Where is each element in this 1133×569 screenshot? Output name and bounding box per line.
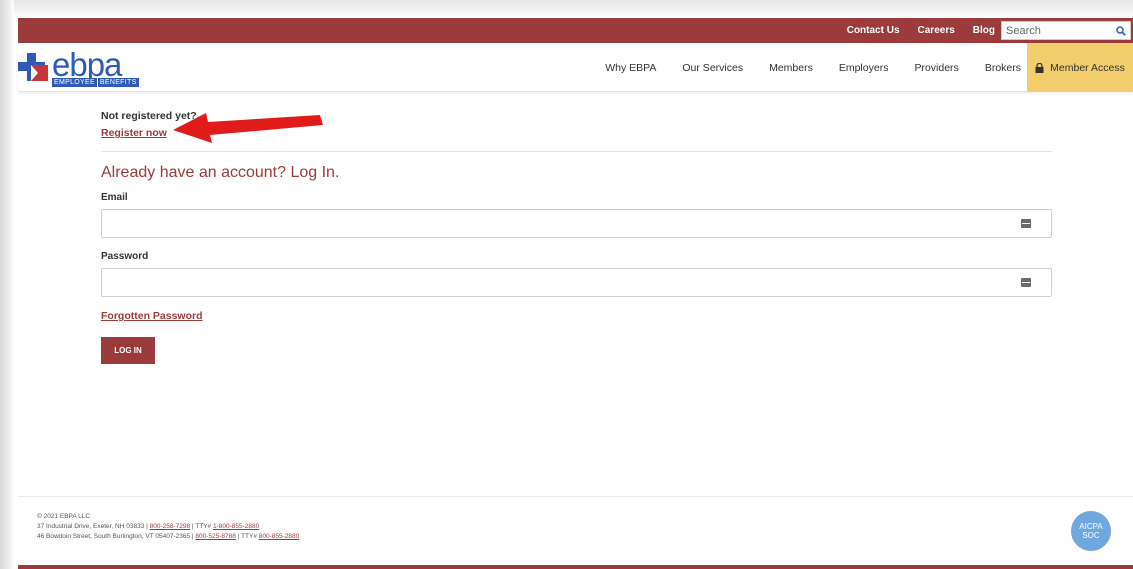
tty-link-nh[interactable]: 1-800-855-2880 bbox=[213, 523, 259, 530]
screenshot-shadow-left bbox=[0, 0, 14, 569]
password-field-wrapper bbox=[101, 268, 1052, 297]
utility-links: Contact Us Careers Blog bbox=[847, 18, 995, 43]
footer: © 2021 EBPA LLC 37 Industrial Drive, Exe… bbox=[37, 512, 299, 542]
search-box bbox=[1001, 21, 1131, 40]
phone-link-vt[interactable]: 800-525-8788 bbox=[195, 533, 235, 540]
email-field[interactable] bbox=[102, 210, 1002, 237]
lock-icon bbox=[1035, 62, 1044, 73]
ebpa-logo[interactable]: ebpa EMPLOYEE BENEFITS bbox=[18, 47, 139, 87]
nav-menu: Why EBPA Our Services Members Employers … bbox=[605, 43, 1021, 92]
forgotten-password-link[interactable]: Forgotten Password bbox=[101, 310, 203, 322]
nav-item-our-services[interactable]: Our Services bbox=[682, 62, 743, 74]
badge-line-aicpa: AICPA bbox=[1079, 522, 1103, 531]
logo-tag-employee: EMPLOYEE bbox=[52, 77, 97, 87]
login-panel: Not registered yet? Register now Already… bbox=[101, 110, 1052, 364]
screenshot-shadow-top bbox=[0, 0, 1133, 18]
login-heading: Already have an account? Log In. bbox=[101, 164, 340, 181]
login-button[interactable]: LOG IN bbox=[101, 337, 155, 364]
nav-item-brokers[interactable]: Brokers bbox=[985, 62, 1021, 74]
email-label: Email bbox=[101, 192, 128, 203]
careers-link[interactable]: Careers bbox=[918, 25, 955, 36]
footer-tty-label: | TTY# bbox=[235, 533, 259, 540]
member-access-label: Member Access bbox=[1050, 61, 1125, 74]
footer-tty-label: | TTY# bbox=[190, 523, 213, 530]
nav-item-why-ebpa[interactable]: Why EBPA bbox=[605, 62, 656, 74]
footer-address-nh-text: 37 Industrial Drive, Exeter, NH 03833 | bbox=[37, 523, 150, 530]
utility-bar: Contact Us Careers Blog bbox=[18, 18, 1133, 43]
blog-link[interactable]: Blog bbox=[973, 25, 995, 36]
footer-bottom-bar bbox=[18, 565, 1133, 569]
cross-logo-icon bbox=[18, 53, 48, 81]
password-field[interactable] bbox=[102, 269, 1002, 296]
main-nav: ebpa EMPLOYEE BENEFITS Why EBPA Our Serv… bbox=[18, 43, 1133, 92]
password-label: Password bbox=[101, 251, 149, 262]
nav-item-members[interactable]: Members bbox=[769, 62, 813, 74]
logo-tagline: EMPLOYEE BENEFITS bbox=[52, 77, 139, 87]
nav-item-providers[interactable]: Providers bbox=[914, 62, 958, 74]
tty-link-vt[interactable]: 800-855-2880 bbox=[259, 533, 299, 540]
contact-us-link[interactable]: Contact Us bbox=[847, 25, 900, 36]
password-manager-icon[interactable] bbox=[1021, 278, 1031, 287]
footer-address-vt-text: 46 Bowdoin Street, South Burlington, VT … bbox=[37, 533, 196, 540]
footer-address-vt: 46 Bowdoin Street, South Burlington, VT … bbox=[37, 532, 299, 542]
logo-wordmark: ebpa bbox=[52, 45, 122, 83]
password-manager-icon[interactable] bbox=[1021, 219, 1031, 228]
phone-link-nh[interactable]: 800-258-7298 bbox=[150, 523, 190, 530]
logo-tag-benefits: BENEFITS bbox=[97, 77, 139, 87]
footer-divider bbox=[18, 496, 1133, 497]
member-access-button[interactable]: Member Access bbox=[1027, 43, 1133, 92]
aicpa-soc-badge: AICPA SOC bbox=[1071, 511, 1111, 551]
email-field-wrapper bbox=[101, 209, 1052, 238]
badge-line-soc: SOC bbox=[1082, 531, 1100, 540]
nav-item-employers[interactable]: Employers bbox=[839, 62, 889, 74]
annotation-arrow-icon bbox=[173, 113, 323, 143]
search-icon[interactable] bbox=[1112, 22, 1130, 39]
register-now-link[interactable]: Register now bbox=[101, 127, 167, 139]
search-input[interactable] bbox=[1002, 22, 1112, 39]
footer-address-nh: 37 Industrial Drive, Exeter, NH 03833 | … bbox=[37, 522, 299, 532]
footer-copyright: © 2021 EBPA LLC bbox=[37, 513, 91, 520]
section-divider bbox=[101, 151, 1052, 152]
